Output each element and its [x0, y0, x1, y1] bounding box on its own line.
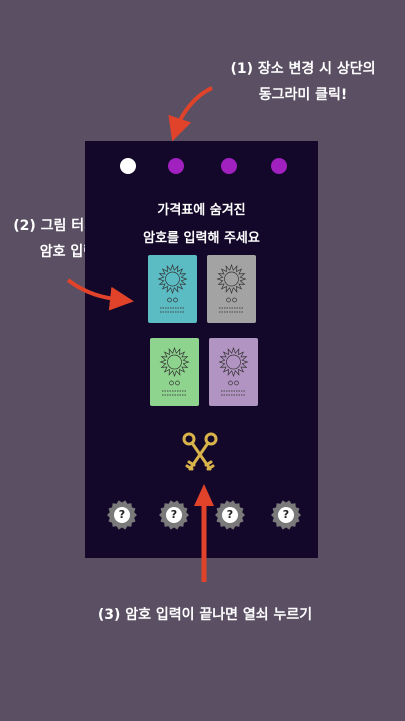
location-dot-4[interactable]	[271, 158, 287, 174]
arrow-to-dots	[168, 86, 213, 142]
location-dot-3[interactable]	[221, 158, 237, 174]
puzzle-title-line1: 가격표에 숨겨진	[157, 203, 246, 218]
picture-card-4[interactable]	[209, 338, 258, 406]
instruction-step3: (3) 암호 입력이 끝나면 열쇠 누르기	[97, 607, 313, 623]
code-slot-1[interactable]: ?	[107, 500, 137, 530]
sun-emblem-icon	[218, 346, 249, 396]
sun-emblem-icon	[159, 346, 190, 396]
code-slot-4-value: ?	[278, 507, 294, 523]
code-slot-3-value: ?	[222, 507, 238, 523]
code-slot-1-value: ?	[114, 507, 130, 523]
location-dot-2[interactable]	[168, 158, 184, 174]
sun-emblem-icon	[216, 263, 247, 313]
code-slot-4[interactable]: ?	[271, 500, 301, 530]
picture-card-2[interactable]	[207, 255, 256, 323]
code-slot-2-value: ?	[166, 507, 182, 523]
code-slot-3[interactable]: ?	[215, 500, 245, 530]
location-dot-1[interactable]	[120, 158, 136, 174]
golden-keys-icon[interactable]	[180, 431, 220, 475]
code-slot-2[interactable]: ?	[159, 500, 189, 530]
instruction-step1: (1) 장소 변경 시 상단의 동그라미 클릭!	[230, 61, 376, 103]
picture-card-3[interactable]	[150, 338, 199, 406]
sun-emblem-icon	[157, 263, 188, 313]
game-panel: 가격표에 숨겨진 암호를 입력해 주세요 ? ? ? ?	[85, 141, 318, 558]
puzzle-title-line2: 암호를 입력해 주세요	[143, 231, 260, 246]
picture-card-1[interactable]	[148, 255, 197, 323]
